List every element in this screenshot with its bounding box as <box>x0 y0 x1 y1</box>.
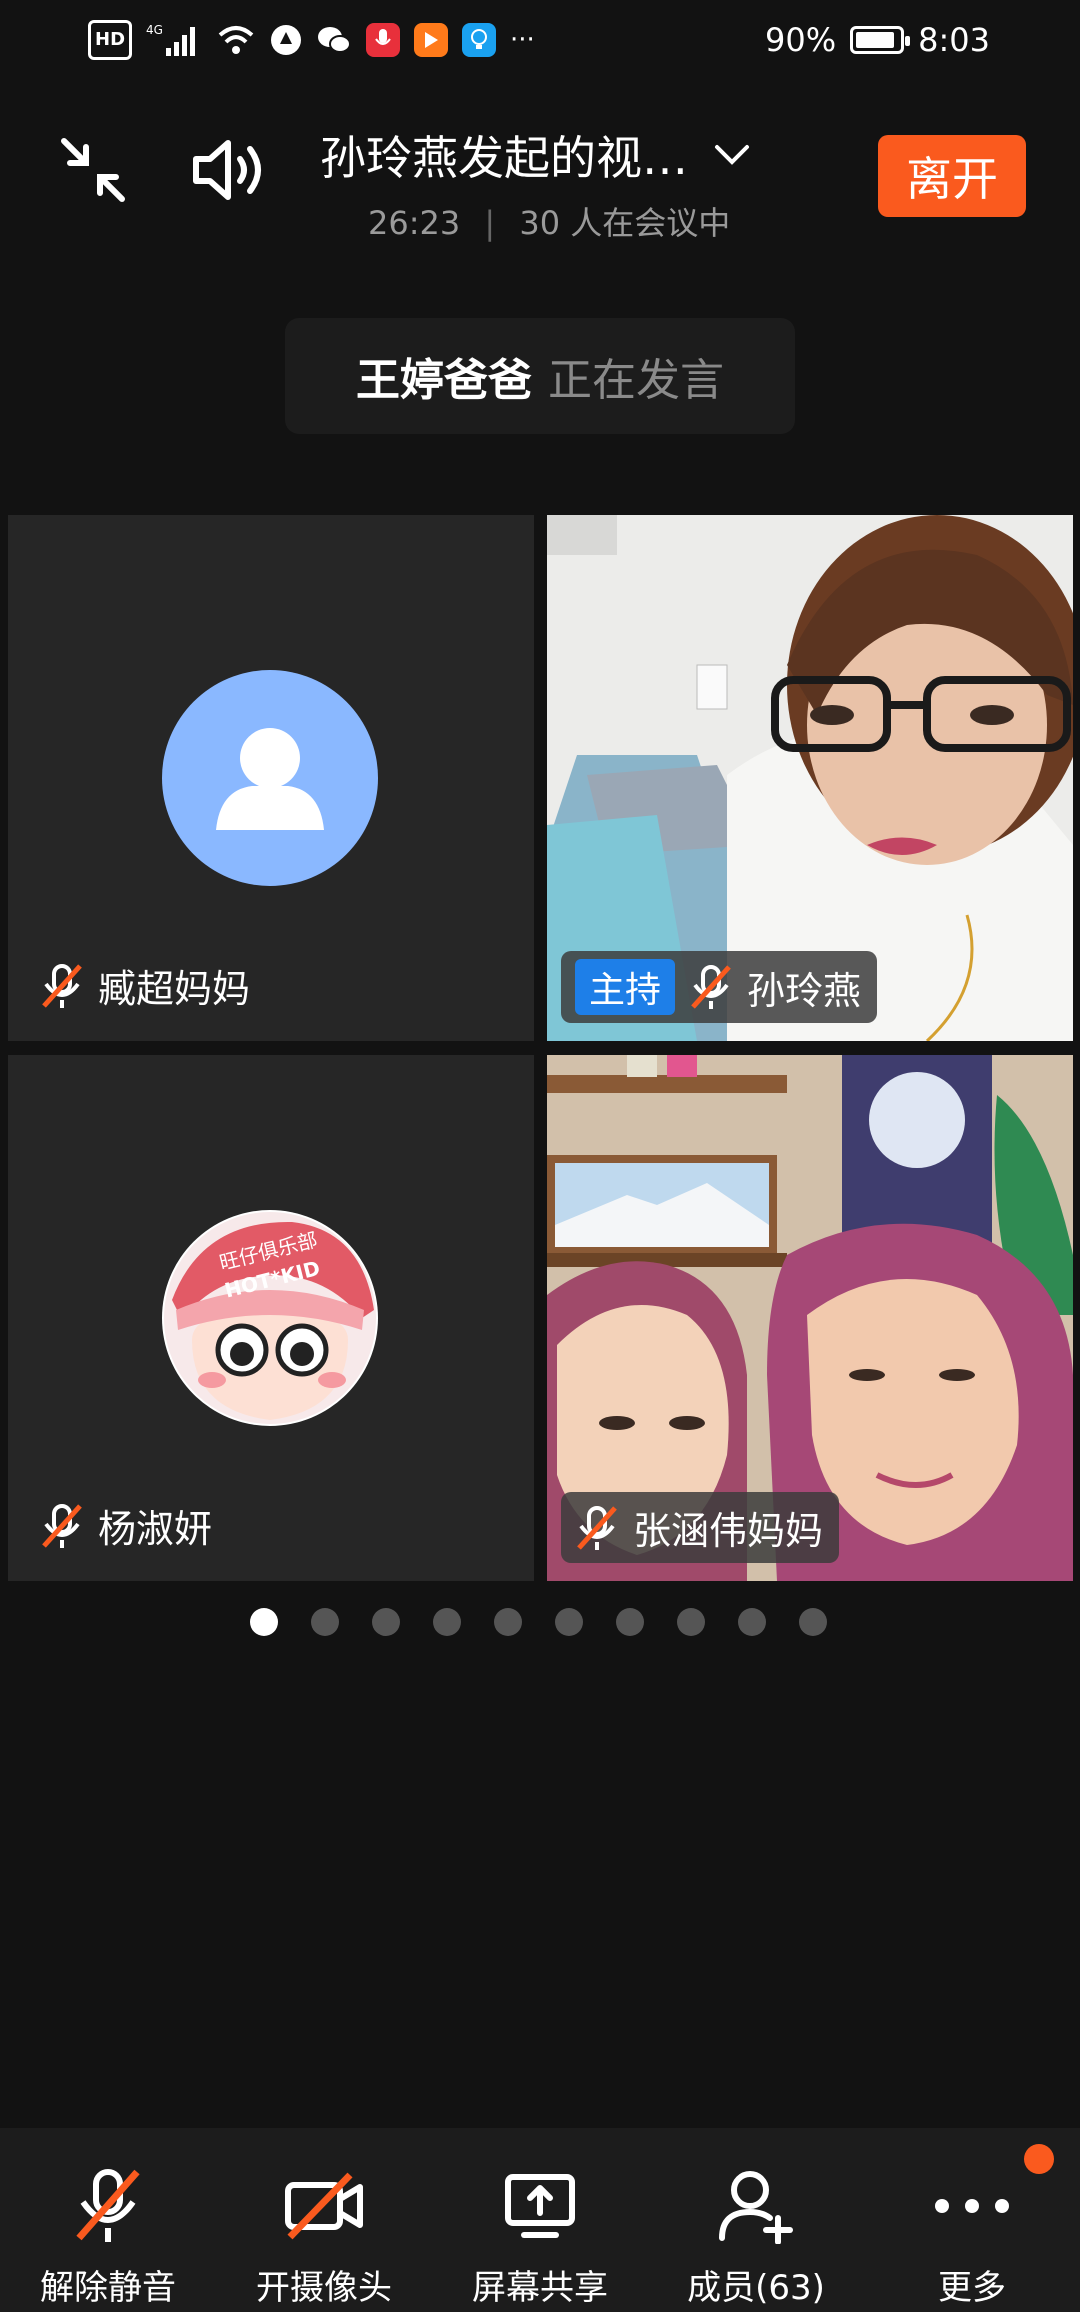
more-icon <box>935 2199 1009 2213</box>
wifi-icon <box>216 20 256 60</box>
shrink-icon <box>61 138 125 202</box>
battery-percent: 90% <box>765 21 837 59</box>
page-dot[interactable] <box>616 1608 644 1636</box>
active-speaker-banner: 王婷爸爸 正在发言 <box>285 318 795 434</box>
page-dot[interactable] <box>677 1608 705 1636</box>
mic-muted-icon <box>42 963 82 1008</box>
unmute-label: 解除静音 <box>40 2268 176 2308</box>
page-dot[interactable] <box>738 1608 766 1636</box>
screen-share-icon <box>505 2174 575 2238</box>
screen-share-button[interactable]: 屏幕共享 <box>432 2128 648 2312</box>
meeting-title-area[interactable]: 孙玲燕发起的视… 26:23 | 30 人在会议中 <box>320 122 760 244</box>
unmute-button[interactable]: 解除静音 <box>0 2128 216 2312</box>
tips-app-icon <box>462 23 497 57</box>
participant-tile-host[interactable]: 主持 孙玲燕 <box>547 515 1073 1041</box>
recorder-app-icon <box>366 23 401 57</box>
camera-label: 开摄像头 <box>256 2268 392 2308</box>
chevron-down-icon <box>715 145 749 165</box>
wechat-icon <box>316 20 352 60</box>
participant-name: 臧超妈妈 <box>98 967 251 1011</box>
page-dot-active[interactable] <box>250 1608 278 1636</box>
default-avatar <box>162 670 378 886</box>
hd-icon: HD <box>88 20 133 60</box>
members-button[interactable]: 成员(63) <box>648 2128 864 2312</box>
meeting-header: 孙玲燕发起的视… 26:23 | 30 人在会议中 离开 <box>0 80 1080 260</box>
mic-muted-icon <box>76 2169 140 2242</box>
leave-button[interactable]: 离开 <box>878 135 1026 217</box>
page-dot[interactable] <box>433 1608 461 1636</box>
host-badge: 主持 <box>575 959 676 1015</box>
info-separator: | <box>484 204 496 242</box>
clock: 8:03 <box>918 21 990 59</box>
page-dot[interactable] <box>555 1608 583 1636</box>
mic-muted-icon <box>42 1503 82 1548</box>
add-member-icon <box>719 2171 793 2244</box>
minimize-button[interactable] <box>58 135 128 205</box>
speaker-status: 正在发言 <box>548 355 724 406</box>
speaker-name: 王婷爸爸 <box>356 355 532 406</box>
participant-label: 张涵伟妈妈 <box>561 1492 840 1563</box>
participant-tile[interactable]: 张涵伟妈妈 <box>547 1055 1073 1581</box>
participant-name: 张涵伟妈妈 <box>633 1509 824 1553</box>
screen-share-label: 屏幕共享 <box>472 2268 608 2308</box>
svg-text:4G: 4G <box>146 23 163 37</box>
mic-muted-icon <box>577 1505 617 1550</box>
members-label: 成员(63) <box>687 2268 825 2308</box>
participant-name: 杨淑妍 <box>98 1507 213 1551</box>
participant-count: 30 人在会议中 <box>519 204 731 242</box>
custom-avatar: 旺仔俱乐部 HOT*KID <box>162 1210 378 1426</box>
notification-badge <box>1024 2144 1054 2174</box>
participant-name: 孙玲燕 <box>747 968 862 1013</box>
speaker-button[interactable] <box>190 135 270 205</box>
person-icon <box>216 728 324 830</box>
participant-tile[interactable]: 臧超妈妈 <box>8 515 534 1041</box>
participant-tile[interactable]: 旺仔俱乐部 HOT*KID 杨淑妍 <box>8 1055 534 1581</box>
status-right: 90% 8:03 <box>765 21 990 59</box>
meeting-info: 26:23 | 30 人在会议中 <box>320 198 760 244</box>
participant-label: 杨淑妍 <box>40 1498 212 1553</box>
app-icon-1 <box>270 20 302 60</box>
mic-muted-icon <box>691 965 731 1009</box>
page-dot[interactable] <box>494 1608 522 1636</box>
status-left: HD 4G ··· <box>88 20 535 60</box>
meeting-title: 孙玲燕发起的视… <box>320 131 688 185</box>
cartoon-avatar-icon: 旺仔俱乐部 HOT*KID <box>164 1212 376 1424</box>
more-label: 更多 <box>938 2268 1006 2308</box>
participant-label: 臧超妈妈 <box>40 958 250 1013</box>
page-dot[interactable] <box>311 1608 339 1636</box>
page-indicator[interactable] <box>250 1608 827 1636</box>
camera-button[interactable]: 开摄像头 <box>216 2128 432 2312</box>
signal-icon: 4G <box>146 20 202 60</box>
speaker-icon <box>193 140 261 200</box>
page-dot[interactable] <box>372 1608 400 1636</box>
meeting-toolbar: 解除静音 开摄像头 屏幕共享 成员(63) 更多 <box>0 2128 1080 2312</box>
page-dot[interactable] <box>799 1608 827 1636</box>
video-app-icon <box>414 23 449 57</box>
more-notifications-icon: ··· <box>510 25 535 55</box>
status-bar: HD 4G ··· 90% 8:03 <box>0 0 1080 80</box>
meeting-duration: 26:23 <box>368 204 461 242</box>
battery-icon <box>850 26 911 54</box>
participant-label: 主持 孙玲燕 <box>561 951 878 1023</box>
camera-off-icon <box>285 2172 363 2240</box>
